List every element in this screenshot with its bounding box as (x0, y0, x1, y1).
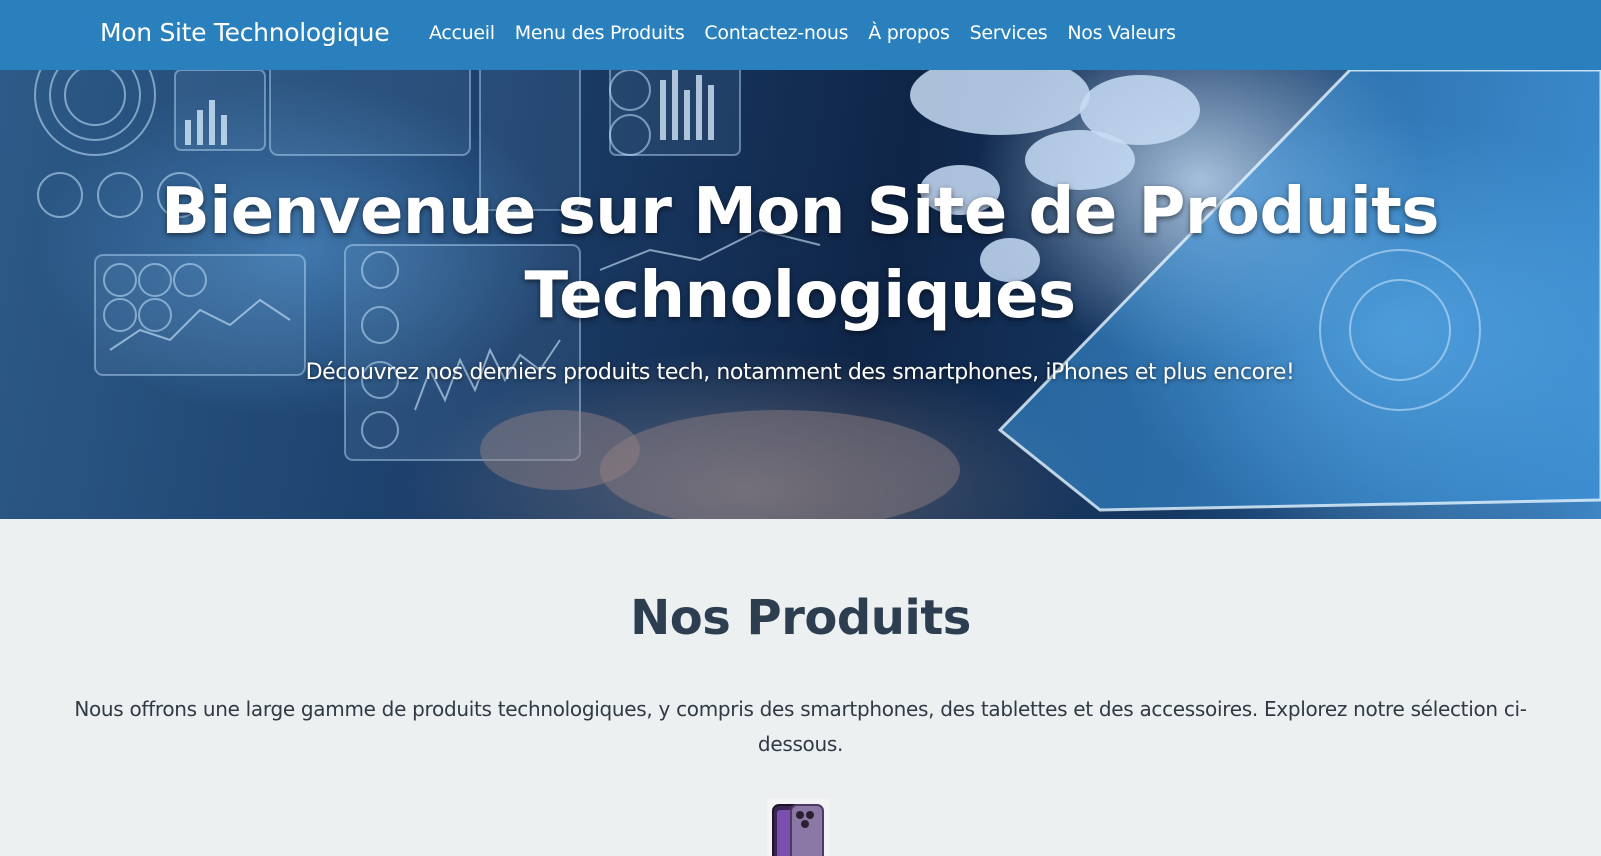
top-navbar: Mon Site Technologique Accueil Menu des … (0, 0, 1601, 70)
nav-link-accueil[interactable]: Accueil (429, 22, 495, 44)
nav-link-a-propos[interactable]: À propos (868, 22, 950, 44)
products-description: Nous offrons une large gamme de produits… (74, 697, 1527, 756)
hero-banner: Bienvenue sur Mon Site de Produits Techn… (0, 70, 1601, 519)
main-navigation: Accueil Menu des Produits Contactez-nous… (429, 22, 1176, 44)
smartphone-icon (772, 804, 824, 856)
hero-title: Bienvenue sur Mon Site de Produits Techn… (161, 175, 1439, 333)
product-image[interactable] (767, 799, 829, 856)
hero-subtitle: Découvrez nos derniers produits tech, no… (305, 360, 1295, 385)
nav-link-menu-produits[interactable]: Menu des Produits (515, 22, 685, 44)
products-title: Nos Produits (630, 590, 971, 646)
site-brand[interactable]: Mon Site Technologique (100, 18, 390, 47)
nav-link-contact[interactable]: Contactez-nous (704, 22, 848, 44)
nav-link-services[interactable]: Services (970, 22, 1048, 44)
nav-link-nos-valeurs[interactable]: Nos Valeurs (1067, 22, 1176, 44)
